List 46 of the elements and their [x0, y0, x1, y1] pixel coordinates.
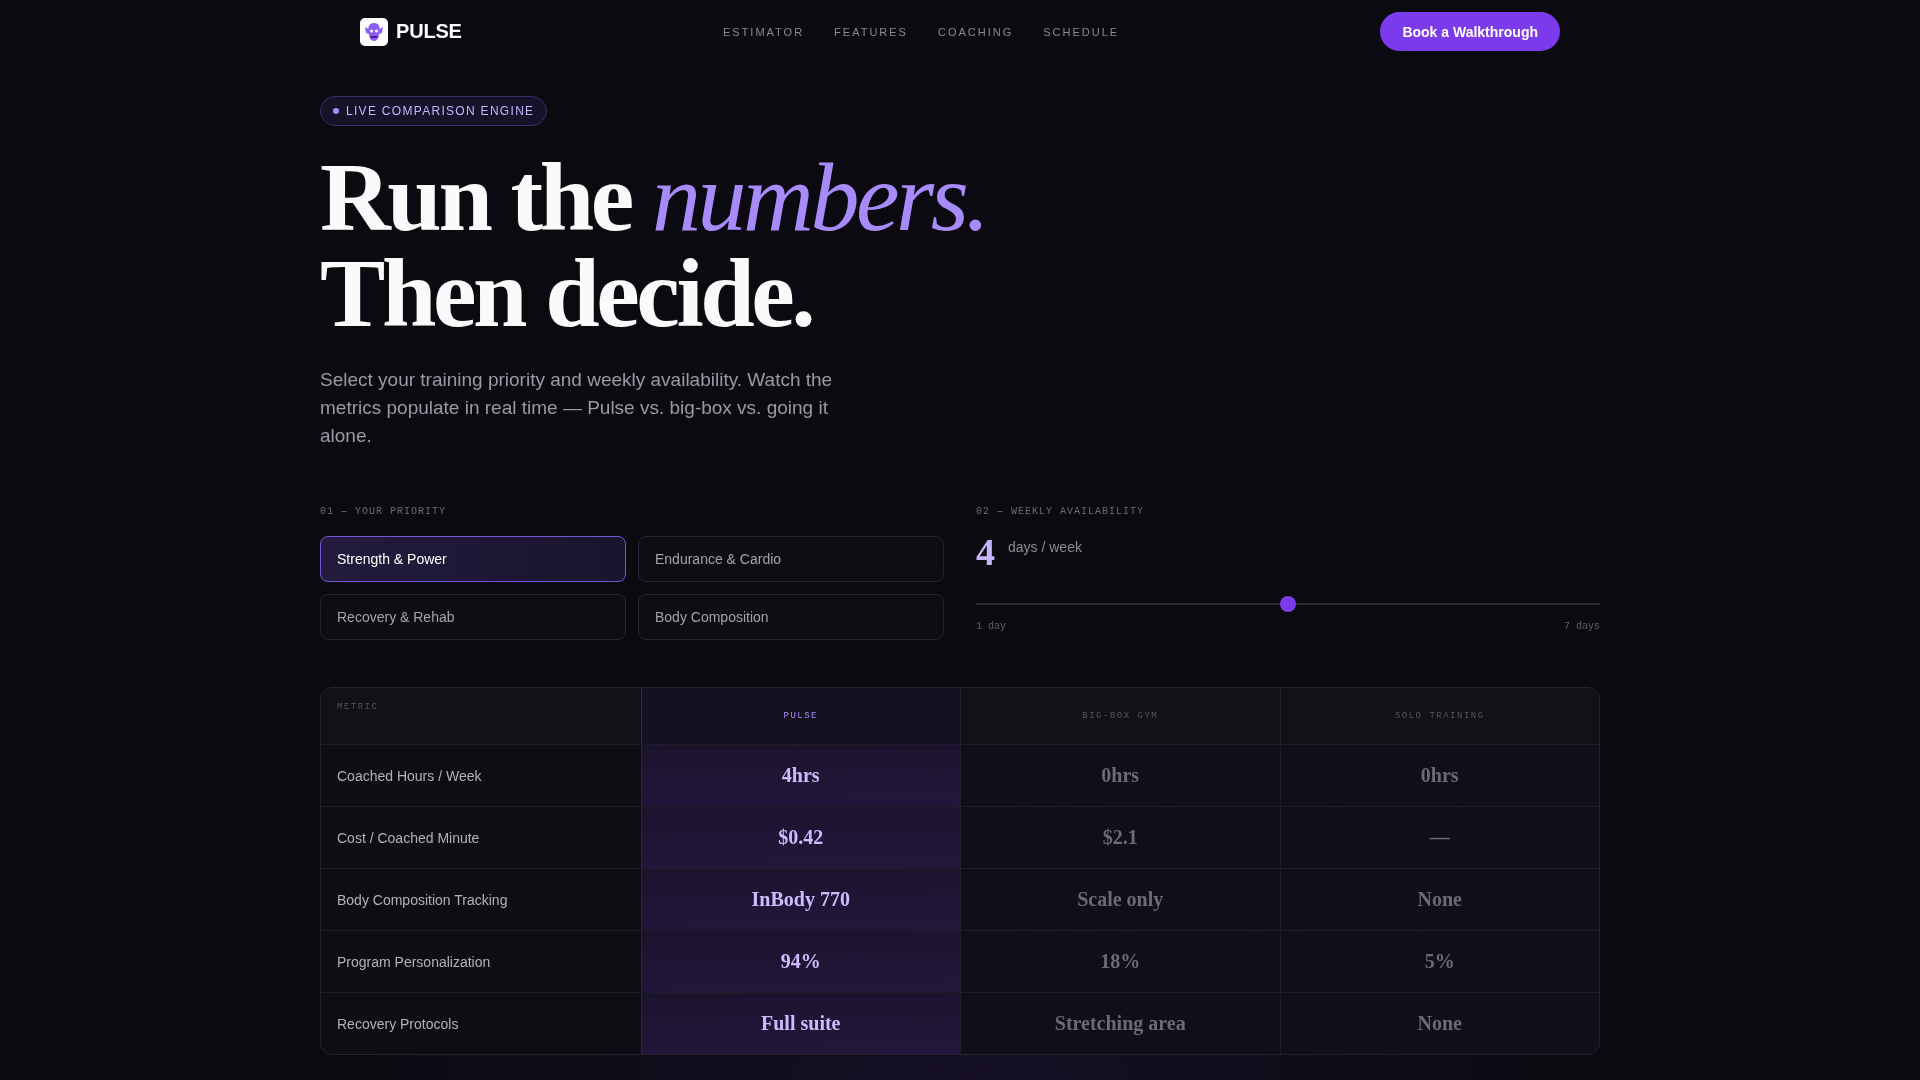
value-cell: — — [1279, 807, 1599, 868]
nav-link[interactable]: COACHING — [937, 25, 1014, 38]
priority-option[interactable]: Recovery & Rehab — [320, 594, 626, 640]
section-label: 02 — WEEKLY AVAILABILITY — [976, 505, 1146, 519]
hero-heading: Run the numbers. Then decide. — [320, 149, 988, 341]
range-max-label: 7 days — [1564, 621, 1600, 632]
value-cell: InBody 770 — [640, 869, 960, 930]
column-header: SOLO TRAINING — [1279, 688, 1599, 744]
value-cell: None — [1279, 869, 1599, 930]
metric-cell-text: Program Personalization — [336, 952, 492, 972]
logo-icon[interactable] — [360, 17, 388, 46]
days-unit: days / week — [1008, 539, 1082, 555]
metric-cell-text: Body Composition Tracking — [336, 890, 509, 910]
value-cell: 4hrs — [640, 745, 960, 806]
brand-name[interactable]: PULSE — [396, 20, 462, 43]
metric-cell-text: Coached Hours / Week — [336, 766, 483, 786]
column-header: BIG-BOX GYM — [960, 688, 1280, 744]
value-cell: Scale only — [960, 869, 1280, 930]
value-cell: 94% — [640, 931, 960, 992]
section-label: 01 — YOUR PRIORITY — [320, 505, 448, 519]
nav-link[interactable]: ESTIMATOR — [722, 25, 805, 38]
days-value: 4 — [976, 531, 995, 573]
priority-option[interactable]: Strength & Power — [320, 536, 626, 582]
range-min-label: 1 day — [976, 621, 1006, 632]
priority-option[interactable]: Endurance & Cardio — [638, 536, 944, 582]
value-cell: 18% — [960, 931, 1280, 992]
column-header: PULSE — [640, 688, 960, 744]
value-cell: Stretching area — [960, 993, 1280, 1054]
intro-paragraph: Select your training priority and weekly availability. Watch the metrics populate in real time — Pulse vs. big-box vs. going it alone. — [320, 368, 834, 448]
value-cell: Full suite — [640, 993, 960, 1054]
metric-cell-text: Recovery Protocols — [336, 1014, 460, 1034]
walkthrough-button[interactable]: Book a Walkthrough — [1380, 12, 1560, 51]
value-cell: $0.42 — [640, 807, 960, 868]
value-cell: None — [1279, 993, 1599, 1054]
priority-option[interactable]: Body Composition — [638, 594, 944, 640]
nav-link[interactable]: SCHEDULE — [1043, 25, 1120, 38]
value-cell: 5% — [1279, 931, 1599, 992]
slider-thumb[interactable] — [1280, 596, 1296, 612]
nav-link[interactable]: FEATURES — [834, 25, 908, 38]
metric-cell-text: Cost / Coached Minute — [336, 828, 481, 848]
value-cell: $2.1 — [960, 807, 1280, 868]
value-cell: 0hrs — [960, 745, 1280, 806]
value-cell: 0hrs — [1279, 745, 1599, 806]
column-header: METRIC — [336, 701, 380, 714]
badge-label: LIVE COMPARISON ENGINE — [346, 104, 535, 118]
dot-icon — [333, 108, 339, 114]
